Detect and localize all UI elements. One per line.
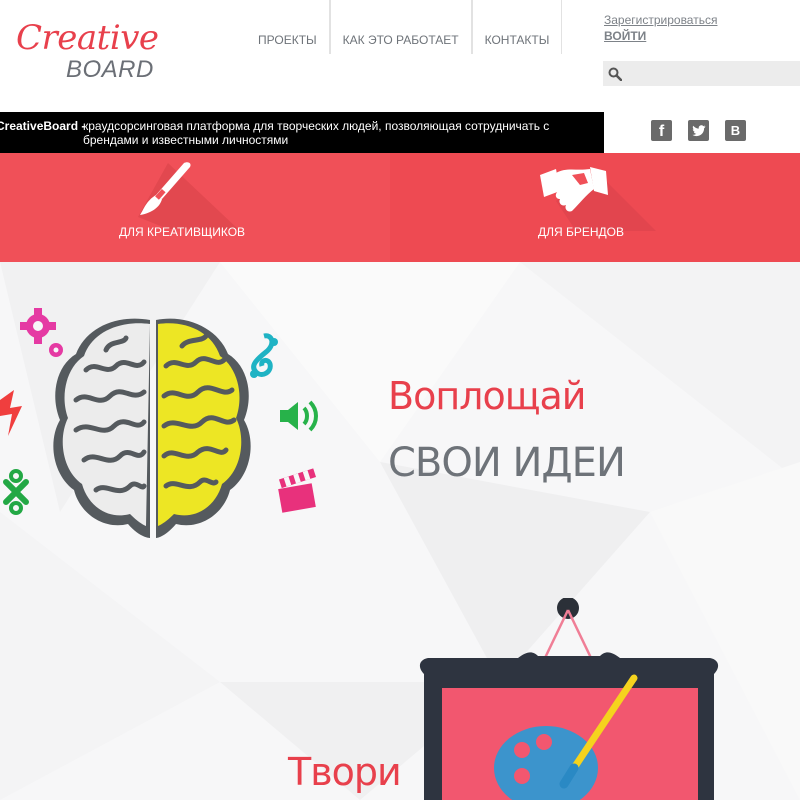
- logo-creative-text: Creative: [16, 18, 159, 58]
- facebook-letter: f: [658, 123, 665, 140]
- clapperboard-icon: [278, 468, 316, 513]
- search-input[interactable]: [627, 61, 797, 86]
- link-icon: [3, 469, 29, 515]
- for-brands-tile[interactable]: ДЛЯ БРЕНДОВ: [390, 153, 800, 262]
- for-creatives-tile[interactable]: ДЛЯ КРЕАТИВЩИКОВ: [0, 153, 400, 262]
- tagline-brand: CreativeBoard -: [0, 119, 86, 133]
- tagline-text: краудсорсинговая платформа для творчески…: [83, 119, 550, 147]
- site-header: Creative BOARD ПРОЕКТЫ КАК ЭТО РАБОТАЕТ …: [0, 0, 800, 112]
- handshake-icon: [540, 167, 656, 231]
- audience-banner: ДЛЯ КРЕАТИВЩИКОВ ДЛЯ БРЕНДОВ: [0, 153, 800, 262]
- vk-icon[interactable]: В: [725, 120, 746, 141]
- search-box: [603, 61, 800, 86]
- nav-item-projects[interactable]: ПРОЕКТЫ: [246, 0, 330, 54]
- login-link[interactable]: ВОЙТИ: [604, 29, 717, 43]
- gear-icon: [20, 308, 63, 357]
- hero-section: Воплощай СВОИ ИДЕИ Твори: [0, 262, 800, 800]
- logo-board-text: BOARD: [66, 56, 154, 83]
- facebook-icon[interactable]: f: [651, 120, 672, 141]
- auth-links: Зарегистрироваться ВОЙТИ: [604, 13, 717, 43]
- search-icon[interactable]: [603, 61, 627, 86]
- paintbrush-icon: [138, 162, 238, 229]
- tagline-bar: CreativeBoard - краудсорсинговая платфор…: [0, 112, 604, 153]
- twitter-icon[interactable]: [688, 120, 709, 141]
- headline-create: Твори: [288, 750, 402, 794]
- headline-embody: Воплощай: [388, 374, 586, 418]
- music-icon: [250, 333, 278, 378]
- speaker-icon: [280, 400, 318, 432]
- for-brands-label: ДЛЯ БРЕНДОВ: [537, 225, 624, 239]
- for-creatives-label: ДЛЯ КРЕАТИВЩИКОВ: [118, 225, 246, 239]
- nav-item-contacts[interactable]: КОНТАКТЫ: [471, 0, 563, 54]
- vk-letter: В: [730, 123, 741, 138]
- main-nav: ПРОЕКТЫ КАК ЭТО РАБОТАЕТ КОНТАКТЫ: [246, 0, 563, 54]
- logo[interactable]: Creative BOARD: [14, 18, 164, 84]
- nav-item-how-it-works[interactable]: КАК ЭТО РАБОТАЕТ: [329, 0, 472, 54]
- headline-your-ideas: СВОИ ИДЕИ: [388, 440, 626, 486]
- palette-painting-icon: [419, 598, 719, 800]
- twitter-bird-glyph: [692, 124, 706, 136]
- register-link[interactable]: Зарегистрироваться: [604, 13, 717, 27]
- brain-icon: [53, 318, 251, 538]
- lightning-icon: [0, 390, 22, 436]
